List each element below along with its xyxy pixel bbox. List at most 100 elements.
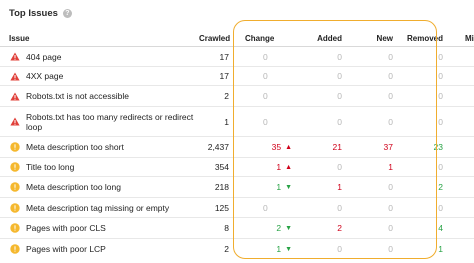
crawled-value[interactable]: 125 <box>199 197 229 218</box>
added-value[interactable]: 1 <box>292 176 342 198</box>
section-title: Top Issues <box>9 7 58 19</box>
removed-value[interactable]: 4 <box>393 217 443 239</box>
removed-value[interactable]: 23 <box>393 136 443 158</box>
change-number: 35 <box>271 142 282 152</box>
crawled-value[interactable]: 2 <box>199 239 229 259</box>
issue-name[interactable]: 4XX page <box>26 71 63 81</box>
change-number: 1 <box>276 182 282 192</box>
issue-name[interactable]: Pages with poor LCP <box>26 244 106 254</box>
table-row[interactable]: Meta description tag missing or empty 125… <box>0 197 474 218</box>
change-number: 0 <box>263 71 268 81</box>
added-value[interactable]: 0 <box>292 46 342 67</box>
change-value: 0 <box>233 106 292 137</box>
crawled-value[interactable]: 17 <box>199 66 229 86</box>
change-value: 0 <box>233 66 292 86</box>
column-header-issue[interactable]: Issue <box>0 30 199 47</box>
change-value: 2 ▼ <box>233 217 292 239</box>
table-row[interactable]: Meta description too long 218 1 ▼ 1 0 2 <box>0 176 474 198</box>
issue-name[interactable]: Meta description too long <box>26 182 121 192</box>
crawled-value[interactable]: 218 <box>199 176 229 198</box>
column-header-new[interactable]: New <box>342 30 393 47</box>
issue-name[interactable]: Meta description tag missing or empty <box>26 203 169 213</box>
change-number: 1 <box>276 243 282 254</box>
error-triangle-icon <box>10 72 20 81</box>
removed-value[interactable]: 0 <box>393 106 443 137</box>
added-value[interactable]: 0 <box>292 197 342 218</box>
removed-value[interactable]: 1 <box>393 239 443 259</box>
new-value[interactable]: 37 <box>342 136 393 158</box>
new-value[interactable]: 0 <box>342 197 393 218</box>
warning-circle-icon <box>10 182 20 192</box>
change-value: 0 <box>233 85 292 107</box>
added-value[interactable]: 0 <box>292 85 342 107</box>
crawled-value[interactable]: 354 <box>199 157 229 177</box>
change-number: 0 <box>263 202 268 213</box>
new-value[interactable]: 0 <box>342 106 393 137</box>
new-value[interactable]: 1 <box>342 157 393 177</box>
issues-table: Issue Crawled Change Added New Removed M… <box>0 30 474 259</box>
removed-value[interactable]: 0 <box>393 197 443 218</box>
crawled-value[interactable]: 1 <box>199 106 229 137</box>
removed-value[interactable]: 0 <box>393 46 443 67</box>
column-header-removed[interactable]: Removed <box>393 30 443 47</box>
change-value: 1 ▼ <box>233 176 292 198</box>
question-circle-icon[interactable]: ? <box>62 8 72 18</box>
removed-value[interactable]: 2 <box>393 176 443 198</box>
issue-name[interactable]: Meta description too short <box>26 142 124 152</box>
added-value[interactable]: 0 <box>292 66 342 86</box>
table-row[interactable]: Robots.txt is not accessible 2 0 0 0 0 <box>0 85 474 107</box>
arrow-up-icon: ▲ <box>285 164 292 171</box>
warning-circle-icon <box>10 202 20 213</box>
table-row[interactable]: 404 page 17 0 0 0 0 <box>0 46 474 67</box>
crawled-value[interactable]: 2 <box>199 85 229 107</box>
column-header-added[interactable]: Added <box>292 30 342 47</box>
table-row[interactable]: 4XX page 17 0 0 0 0 <box>0 66 474 86</box>
crawled-value[interactable]: 2,437 <box>199 136 229 158</box>
table-row[interactable]: Pages with poor LCP 2 1 ▼ 0 0 1 <box>0 239 474 259</box>
change-value: 1 ▲ <box>233 157 292 177</box>
table-row[interactable]: Robots.txt has too many redirects or red… <box>0 106 474 137</box>
change-value: 1 ▼ <box>233 239 292 259</box>
table-row[interactable]: Pages with poor CLS 8 2 ▼ 2 0 4 <box>0 217 474 239</box>
change-value: 35 ▲ <box>233 136 292 158</box>
issue-name[interactable]: 404 page <box>26 52 61 62</box>
added-value[interactable]: 0 <box>292 239 342 259</box>
change-number: 0 <box>263 51 268 62</box>
column-header-crawled[interactable]: Crawled <box>199 30 230 47</box>
error-triangle-icon <box>10 117 20 126</box>
crawled-value[interactable]: 17 <box>199 46 229 67</box>
new-value[interactable]: 0 <box>342 46 393 67</box>
warning-circle-icon <box>10 223 20 233</box>
added-value[interactable]: 2 <box>292 217 342 239</box>
new-value[interactable]: 0 <box>342 239 393 259</box>
arrow-up-icon: ▲ <box>285 144 292 151</box>
added-value[interactable]: 21 <box>292 136 342 158</box>
added-value[interactable]: 0 <box>292 157 342 177</box>
column-header-change[interactable]: Change <box>233 30 292 47</box>
crawled-value[interactable]: 8 <box>199 217 229 239</box>
change-number: 2 <box>276 223 282 233</box>
error-triangle-icon <box>10 92 20 101</box>
table-row[interactable]: Meta description too short 2,437 35 ▲ 21 37 23 <box>0 136 474 158</box>
issue-name[interactable]: Robots.txt is not accessible <box>26 91 129 101</box>
table-header-row: Issue Crawled Change Added New Removed M… <box>0 30 474 47</box>
change-number: 0 <box>263 116 268 127</box>
warning-circle-icon <box>10 244 20 254</box>
removed-value[interactable]: 0 <box>393 66 443 86</box>
new-value[interactable]: 0 <box>342 66 393 86</box>
issue-name[interactable]: Pages with poor CLS <box>26 223 106 233</box>
new-value[interactable]: 0 <box>342 176 393 198</box>
issue-name[interactable]: Title too long <box>26 162 74 172</box>
table-row[interactable]: Title too long 354 1 ▲ 0 1 0 <box>0 157 474 177</box>
new-value[interactable]: 0 <box>342 85 393 107</box>
arrow-down-icon: ▼ <box>285 245 292 253</box>
change-value: 0 <box>233 197 292 218</box>
removed-value[interactable]: 0 <box>393 85 443 107</box>
column-header-missing[interactable]: Missing <box>443 30 474 47</box>
new-value[interactable]: 0 <box>342 217 393 239</box>
warning-circle-icon <box>10 142 20 152</box>
issue-name[interactable]: Robots.txt has too many redirects or red… <box>26 112 199 132</box>
added-value[interactable]: 0 <box>292 106 342 137</box>
arrow-down-icon: ▼ <box>285 225 292 232</box>
removed-value[interactable]: 0 <box>393 157 443 177</box>
